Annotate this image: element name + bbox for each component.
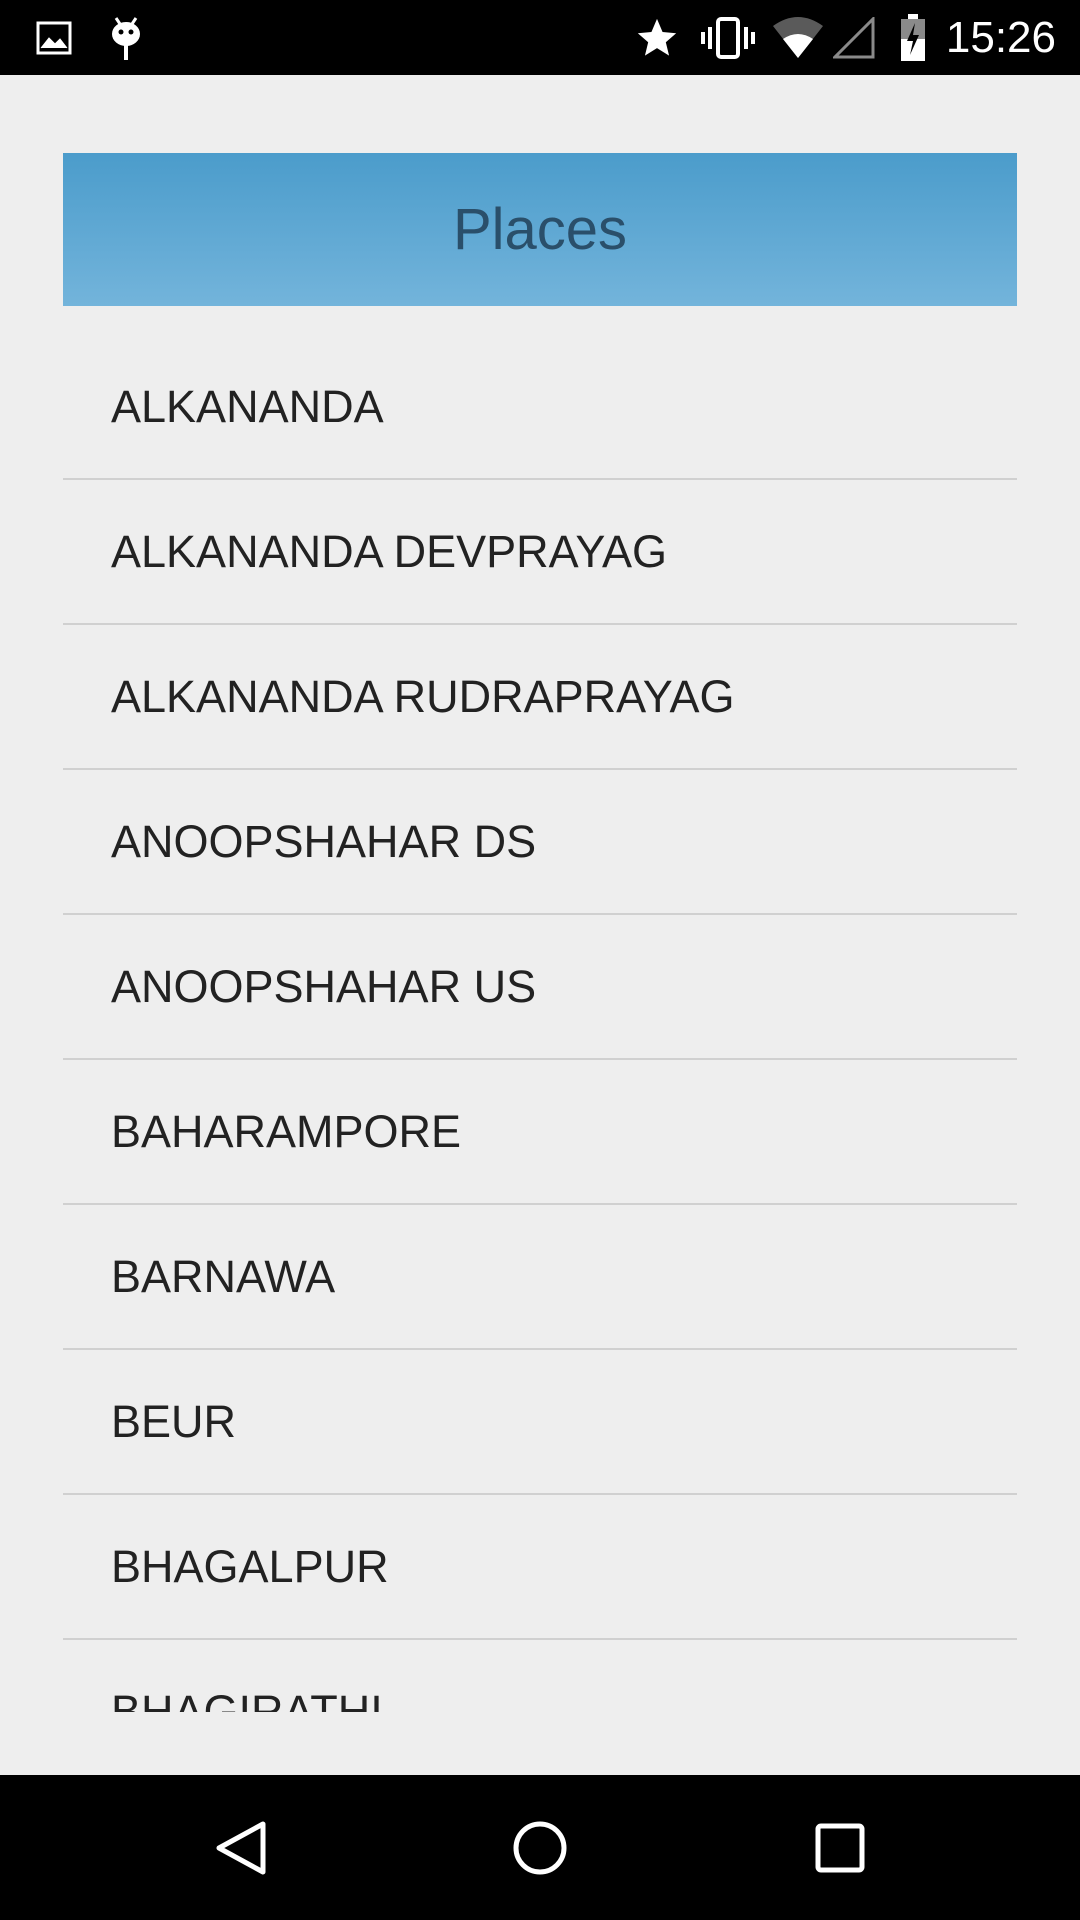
list-item-label: BHAGALPUR: [111, 1540, 389, 1592]
page-title: Places: [452, 197, 628, 262]
back-button[interactable]: [171, 1775, 311, 1920]
list-item[interactable]: ANOOPSHAHAR DS: [63, 770, 1017, 915]
list-item[interactable]: BEUR: [63, 1350, 1017, 1495]
list-item[interactable]: ALKANANDA: [63, 335, 1017, 480]
list-item-label: BAHARAMPORE: [111, 1105, 462, 1157]
navigation-bar: [0, 1775, 1080, 1920]
list-item[interactable]: BHAGIRATHI: [63, 1640, 1017, 1713]
image-notification-icon: [34, 0, 74, 75]
list-item-label: ALKANANDA: [111, 380, 384, 432]
list-item[interactable]: ALKANANDA RUDRAPRAYAG: [63, 625, 1017, 770]
home-button[interactable]: [470, 1775, 610, 1920]
wifi-icon: [770, 0, 826, 75]
vibrate-icon: [698, 0, 758, 75]
list-item-label: ANOOPSHAHAR US: [111, 960, 537, 1012]
list-item[interactable]: BARNAWA: [63, 1205, 1017, 1350]
list-item[interactable]: BAHARAMPORE: [63, 1060, 1017, 1205]
list-item[interactable]: ANOOPSHAHAR US: [63, 915, 1017, 1060]
list-item-label: ALKANANDA RUDRAPRAYAG: [111, 670, 735, 722]
back-icon: [216, 1821, 266, 1874]
list-item-label: ALKANANDA DEVPRAYAG: [111, 525, 668, 577]
list-item[interactable]: BHAGALPUR: [63, 1495, 1017, 1640]
places-header: Places: [63, 153, 1017, 306]
places-list[interactable]: ALKANANDA ALKANANDA DEVPRAYAG ALKANANDA …: [63, 335, 1017, 1712]
android-debug-icon: [106, 0, 146, 75]
list-item-label: ANOOPSHAHAR DS: [111, 815, 537, 867]
star-icon: [632, 0, 682, 75]
list-item-label: BEUR: [111, 1395, 237, 1447]
signal-icon: [832, 0, 876, 75]
list-item-label: BHAGIRATHI: [111, 1685, 383, 1713]
status-bar: 15:26: [0, 0, 1080, 75]
home-icon: [513, 1821, 567, 1874]
clock: 15:26: [945, 13, 1056, 62]
recents-icon: [815, 1823, 865, 1872]
list-item-label: BARNAWA: [111, 1250, 336, 1302]
battery-charging-icon: [896, 0, 930, 75]
recents-button[interactable]: [770, 1775, 910, 1920]
list-item[interactable]: ALKANANDA DEVPRAYAG: [63, 480, 1017, 625]
